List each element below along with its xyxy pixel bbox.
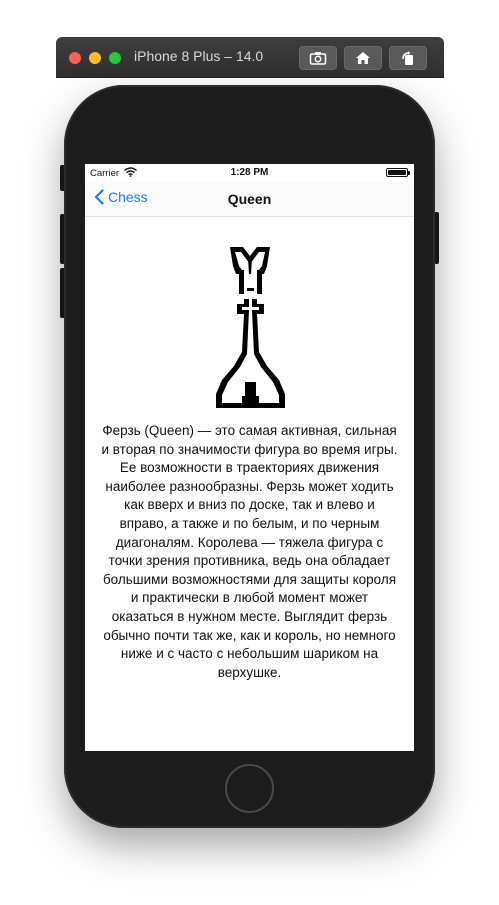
rotate-button[interactable] <box>389 46 427 70</box>
status-bar: Carrier 1:28 PM <box>85 164 414 182</box>
rotate-icon <box>402 51 413 65</box>
home-toolbar-button[interactable] <box>344 46 382 70</box>
screenshot-button[interactable] <box>299 46 337 70</box>
zoom-window-button[interactable] <box>109 52 121 64</box>
battery-icon <box>386 168 410 177</box>
page-title: Queen <box>227 191 272 207</box>
close-window-button[interactable] <box>69 52 81 64</box>
home-button[interactable] <box>225 764 274 813</box>
minimize-window-button[interactable] <box>89 52 101 64</box>
home-icon <box>356 52 370 64</box>
simulator-title: iPhone 8 Plus – 14.0 <box>134 48 264 64</box>
simulator-toolbar: iPhone 8 Plus – 14.0 <box>56 37 444 77</box>
queen-description: Ферзь (Queen) — это самая активная, силь… <box>101 423 398 680</box>
status-time: 1:28 PM <box>230 167 269 178</box>
battery-level <box>388 170 406 175</box>
screenshot-icon <box>309 52 327 65</box>
navigation-bar: Chess Queen <box>85 182 414 217</box>
phone-screen: Carrier 1:28 PM Chess Queen Ферзь (Queen… <box>85 164 414 751</box>
chess-queen-icon <box>216 247 285 408</box>
